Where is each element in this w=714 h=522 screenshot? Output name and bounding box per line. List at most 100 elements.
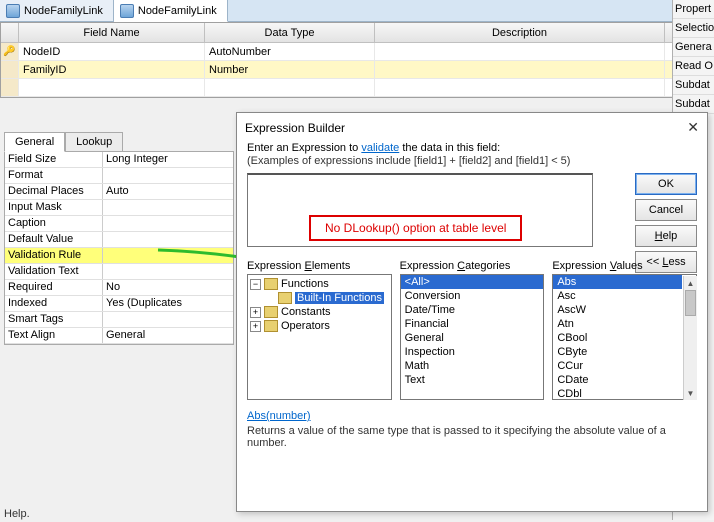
- prop-value[interactable]: General: [103, 328, 233, 343]
- property-sheet-item[interactable]: Read O: [673, 57, 714, 76]
- table-row[interactable]: 🔑 NodeID AutoNumber: [1, 43, 713, 61]
- list-item[interactable]: General: [401, 331, 544, 345]
- tree-node-operators[interactable]: + Operators: [250, 319, 389, 333]
- row-selector[interactable]: [1, 61, 19, 78]
- tree-node-functions[interactable]: − Functions: [250, 277, 389, 291]
- tab-label: NodeFamilyLink: [138, 5, 217, 17]
- table-icon: [120, 4, 134, 18]
- list-item[interactable]: Date/Time: [401, 303, 544, 317]
- tab-nodefamilylink-2[interactable]: NodeFamilyLink: [114, 0, 228, 22]
- values-list[interactable]: AbsAscAscWAtnCBoolCByteCCurCDateCDblChrC…: [552, 274, 697, 400]
- prop-value[interactable]: [103, 232, 233, 247]
- property-row[interactable]: Field SizeLong Integer: [5, 152, 233, 168]
- table-row-empty[interactable]: [1, 79, 713, 97]
- prop-value[interactable]: [103, 216, 233, 231]
- list-item[interactable]: Math: [401, 359, 544, 373]
- property-sheet-item[interactable]: Subdat: [673, 76, 714, 95]
- property-row[interactable]: Input Mask: [5, 200, 233, 216]
- field-properties: General Lookup Field SizeLong IntegerFor…: [4, 132, 234, 345]
- help-button[interactable]: Help: [635, 225, 697, 247]
- prop-value[interactable]: [103, 200, 233, 215]
- list-item[interactable]: Atn: [553, 317, 682, 331]
- prop-value[interactable]: [103, 168, 233, 183]
- col-description[interactable]: Description: [375, 23, 665, 42]
- function-description: Abs(number) Returns a value of the same …: [247, 410, 697, 449]
- scroll-thumb[interactable]: [685, 290, 696, 316]
- scroll-up-icon[interactable]: ▲: [684, 276, 697, 290]
- property-row[interactable]: IndexedYes (Duplicates: [5, 296, 233, 312]
- list-item[interactable]: <All>: [401, 275, 544, 289]
- list-item[interactable]: Conversion: [401, 289, 544, 303]
- property-row[interactable]: Format: [5, 168, 233, 184]
- annotation-box: No DLookup() option at table level: [309, 215, 522, 241]
- scroll-down-icon[interactable]: ▼: [684, 386, 697, 400]
- property-row[interactable]: RequiredNo: [5, 280, 233, 296]
- list-item[interactable]: AscW: [553, 303, 682, 317]
- prop-value[interactable]: Long Integer: [103, 152, 233, 167]
- expand-icon[interactable]: +: [250, 321, 261, 332]
- prop-value[interactable]: [103, 312, 233, 327]
- prop-value[interactable]: [103, 264, 233, 279]
- list-item[interactable]: CCur: [553, 359, 682, 373]
- list-item[interactable]: CByte: [553, 345, 682, 359]
- property-row[interactable]: Smart Tags: [5, 312, 233, 328]
- field-name-cell[interactable]: FamilyID: [19, 61, 205, 78]
- property-row[interactable]: Validation Text: [5, 264, 233, 280]
- list-item[interactable]: CDate: [553, 373, 682, 387]
- property-row[interactable]: Text AlignGeneral: [5, 328, 233, 344]
- tab-lookup[interactable]: Lookup: [65, 132, 123, 152]
- property-row[interactable]: Decimal PlacesAuto: [5, 184, 233, 200]
- list-item[interactable]: CDbl: [553, 387, 682, 400]
- tree-node-builtin[interactable]: Built-In Functions: [278, 291, 389, 305]
- function-signature-link[interactable]: Abs(number): [247, 410, 311, 422]
- list-item[interactable]: Financial: [401, 317, 544, 331]
- data-type-cell[interactable]: AutoNumber: [205, 43, 375, 60]
- prop-value[interactable]: No: [103, 280, 233, 295]
- expression-elements-col: Expression Elements − Functions Built-In…: [247, 260, 392, 400]
- prop-value[interactable]: Auto: [103, 184, 233, 199]
- field-name-cell[interactable]: NodeID: [19, 43, 205, 60]
- elements-tree[interactable]: − Functions Built-In Functions + Constan…: [247, 274, 392, 400]
- tree-node-constants[interactable]: + Constants: [250, 305, 389, 319]
- prop-key: Default Value: [5, 232, 103, 247]
- row-selector[interactable]: 🔑: [1, 43, 19, 60]
- col-field-name[interactable]: Field Name: [19, 23, 205, 42]
- description-cell[interactable]: [375, 43, 665, 60]
- collapse-icon[interactable]: −: [250, 279, 261, 290]
- property-row[interactable]: Default Value: [5, 232, 233, 248]
- ok-button[interactable]: OK: [635, 173, 697, 195]
- col-data-type[interactable]: Data Type: [205, 23, 375, 42]
- prop-value[interactable]: Yes (Duplicates: [103, 296, 233, 311]
- prop-key: Text Align: [5, 328, 103, 343]
- validate-link[interactable]: validate: [361, 142, 399, 154]
- close-icon[interactable]: ✕: [687, 119, 699, 136]
- list-item[interactable]: Asc: [553, 289, 682, 303]
- list-item[interactable]: Abs: [553, 275, 682, 289]
- property-sheet-item: Selectio: [673, 19, 714, 38]
- prop-key: Format: [5, 168, 103, 183]
- prop-key: Field Size: [5, 152, 103, 167]
- col-label: Expression Values: [552, 260, 697, 272]
- prop-value[interactable]: [103, 248, 233, 263]
- tab-nodefamilylink-1[interactable]: NodeFamilyLink: [0, 0, 114, 21]
- field-prop-tabs: General Lookup: [4, 132, 234, 152]
- scrollbar[interactable]: ▲ ▼: [683, 276, 697, 400]
- categories-list[interactable]: <All>ConversionDate/TimeFinancialGeneral…: [400, 274, 545, 400]
- expand-icon[interactable]: +: [250, 307, 261, 318]
- dialog-intro: Enter an Expression to validate the data…: [247, 142, 697, 154]
- row-selector[interactable]: [1, 79, 19, 96]
- list-item[interactable]: Inspection: [401, 345, 544, 359]
- data-type-cell[interactable]: Number: [205, 61, 375, 78]
- property-sheet-item[interactable]: Genera: [673, 38, 714, 57]
- cancel-button[interactable]: Cancel: [635, 199, 697, 221]
- description-cell[interactable]: [375, 61, 665, 78]
- list-item[interactable]: CBool: [553, 331, 682, 345]
- property-row[interactable]: Validation Rule: [5, 248, 233, 264]
- list-item[interactable]: Text: [401, 373, 544, 387]
- primary-key-icon: 🔑: [3, 46, 15, 57]
- tab-label: NodeFamilyLink: [24, 5, 103, 17]
- prop-key: Input Mask: [5, 200, 103, 215]
- tab-general[interactable]: General: [4, 132, 65, 152]
- table-row[interactable]: FamilyID Number: [1, 61, 713, 79]
- property-row[interactable]: Caption: [5, 216, 233, 232]
